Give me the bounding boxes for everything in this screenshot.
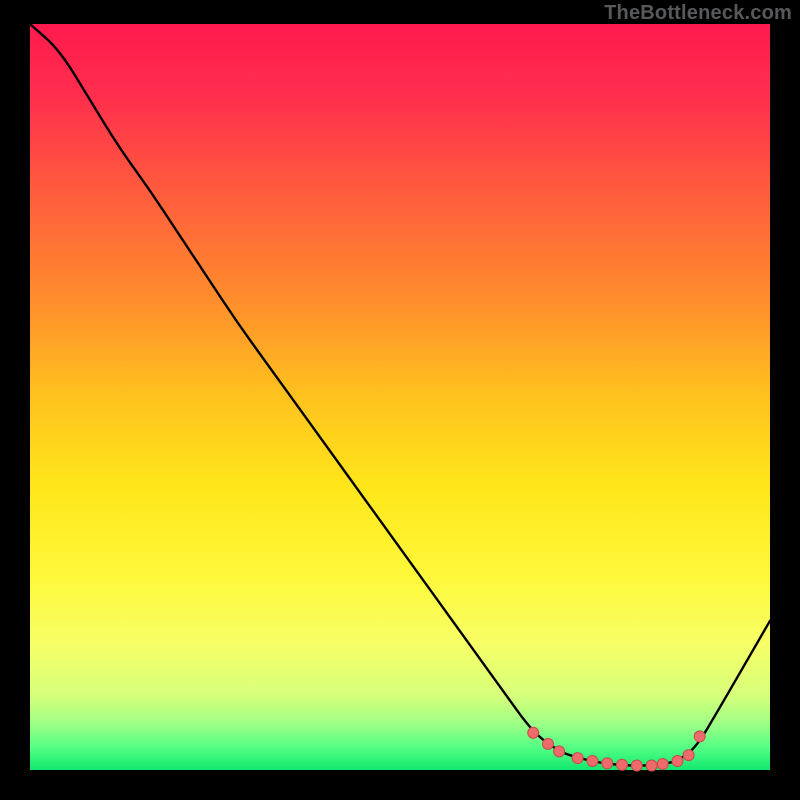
curve-marker <box>631 760 642 771</box>
curve-marker <box>646 760 657 771</box>
curve-marker <box>672 756 683 767</box>
curve-marker <box>572 753 583 764</box>
plot-background <box>30 24 770 770</box>
curve-marker <box>602 758 613 769</box>
curve-marker <box>617 759 628 770</box>
bottleneck-chart <box>0 0 800 800</box>
curve-marker <box>554 746 565 757</box>
curve-marker <box>543 738 554 749</box>
curve-marker <box>657 759 668 770</box>
curve-marker <box>528 727 539 738</box>
curve-marker <box>683 750 694 761</box>
chart-stage: TheBottleneck.com <box>0 0 800 800</box>
curve-marker <box>694 731 705 742</box>
curve-marker <box>587 756 598 767</box>
attribution-text: TheBottleneck.com <box>604 2 792 25</box>
